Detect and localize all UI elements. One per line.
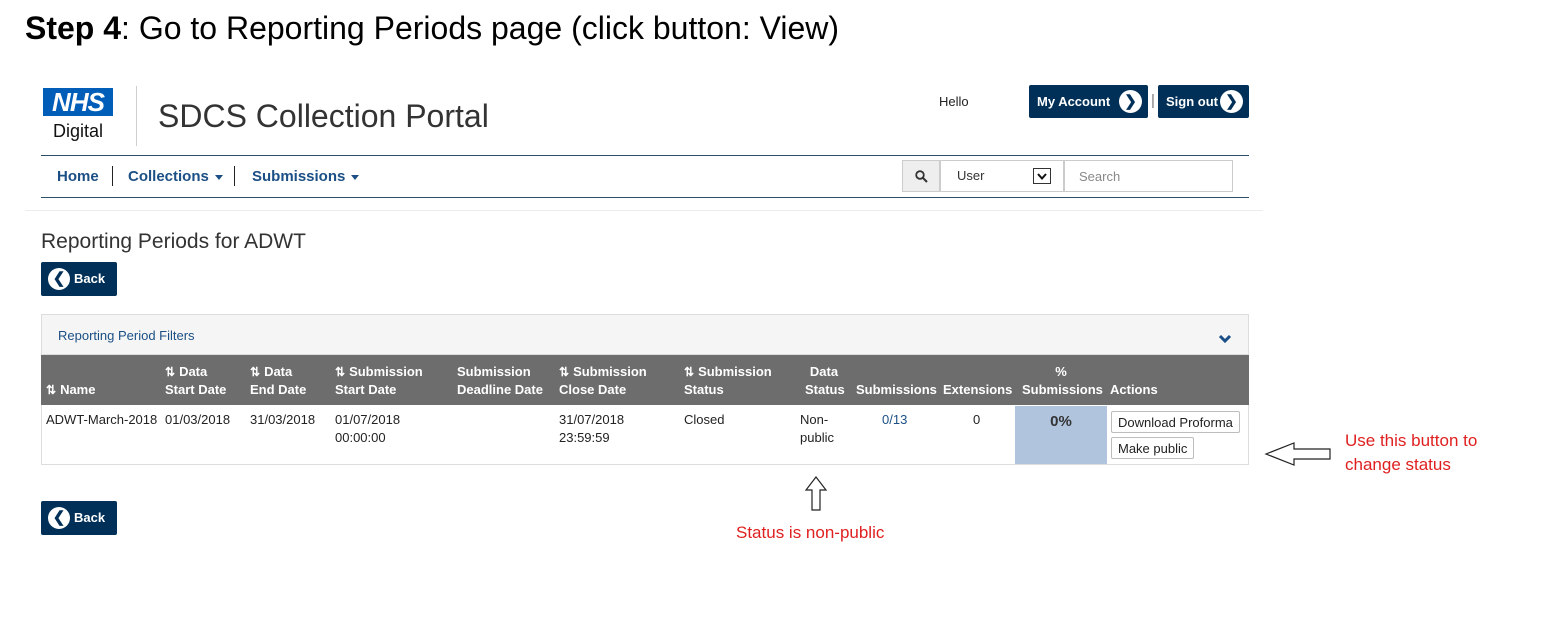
col-close-date[interactable]: ⇅ Submission <box>559 363 647 381</box>
col-percent: % <box>1055 364 1067 379</box>
make-public-button[interactable]: Make public <box>1111 437 1195 459</box>
cell-close-time: 23:59:59 <box>559 430 610 445</box>
filter-panel <box>41 314 1249 355</box>
col-data-start-line2: Start Date <box>165 382 227 397</box>
chevron-right-icon: ❯ <box>1119 90 1142 113</box>
sort-icon: ⇅ <box>684 365 695 379</box>
arrow-up-icon <box>805 476 827 511</box>
back-button-bottom[interactable]: ❮ Back <box>41 501 117 535</box>
col-deadline-line2: Deadline Date <box>457 382 543 397</box>
cell-close-date: 31/07/2018 <box>559 412 625 427</box>
sort-icon: ⇅ <box>165 365 176 379</box>
search-input[interactable] <box>1064 160 1233 192</box>
dropdown-arrow-icon <box>1033 168 1051 184</box>
nav-home[interactable]: Home <box>57 168 99 185</box>
content-divider <box>25 210 1263 211</box>
col-submission-status-line2: Status <box>684 382 724 397</box>
col-actions: Actions <box>1110 382 1158 397</box>
annotation-status-note: Status is non-public <box>736 523 885 542</box>
annotation-button-note-line2: change status <box>1345 455 1451 474</box>
greeting-text: Hello <box>939 94 969 109</box>
portal-title: SDCS Collection Portal <box>158 98 489 134</box>
cell-submission-status: Closed <box>684 412 725 427</box>
logo-divider <box>136 86 137 146</box>
percent-value: 0% <box>1050 413 1072 430</box>
logo-subtitle: Digital <box>52 121 104 141</box>
back-label: Back <box>74 271 106 286</box>
table-header: ⇅ Name ⇅ Data Start Date ⇅ Data End Date ⇅ S… <box>41 355 1249 405</box>
filter-panel-toggle[interactable]: Reporting Period Filters <box>58 328 195 343</box>
caret-down-icon <box>214 174 223 180</box>
cell-name: ADWT-March-2018 <box>46 412 158 427</box>
col-deadline: Submission <box>457 364 531 379</box>
sort-icon: ⇅ <box>335 365 346 379</box>
nav-collections-label: Collections <box>128 168 209 185</box>
user-type-select[interactable]: User <box>940 160 1064 192</box>
page-title: Reporting Periods for ADWT <box>41 230 306 253</box>
sign-out-label: Sign out <box>1166 94 1218 109</box>
sort-desc-icon: ⇅ <box>250 365 261 379</box>
col-close-date-line2: Close Date <box>559 382 627 397</box>
cell-submission-start-time: 00:00:00 <box>335 430 386 445</box>
annotation-button-note: Use this button to <box>1345 431 1478 450</box>
nav-top-border <box>41 155 1249 156</box>
cell-data-status-line2: public <box>800 430 834 445</box>
submissions-link[interactable]: 0/13 <box>882 411 907 429</box>
col-submission-start[interactable]: ⇅ Submission <box>335 363 423 381</box>
chevron-left-icon: ❮ <box>48 507 70 529</box>
caret-down-icon <box>351 174 360 180</box>
col-submission-start-line2: Start Date <box>335 382 397 397</box>
col-data-end[interactable]: ⇅ Data <box>250 363 292 381</box>
col-data-status-line2: Status <box>805 382 845 397</box>
col-data-start[interactable]: ⇅ Data <box>165 363 207 381</box>
cell-data-status: Non- <box>800 412 829 427</box>
header-separator: | <box>1151 92 1155 109</box>
nav-separator <box>234 166 235 186</box>
sort-icon: ⇅ <box>559 365 570 379</box>
my-account-button[interactable]: My Account ❯ <box>1029 85 1148 118</box>
sign-out-button[interactable]: Sign out ❯ <box>1158 85 1249 118</box>
my-account-label: My Account <box>1037 94 1111 109</box>
col-submissions: Submissions <box>856 382 937 397</box>
col-data-end-line2: End Date <box>250 382 307 397</box>
chevron-down-icon[interactable] <box>1218 331 1232 349</box>
sort-icon: ⇅ <box>46 383 57 397</box>
nhs-logo[interactable]: NHS <box>43 88 113 116</box>
col-submission-status[interactable]: ⇅ Submission <box>684 363 772 381</box>
cell-submission-start-date: 01/07/2018 <box>335 412 401 427</box>
chevron-left-icon: ❮ <box>48 268 70 290</box>
back-button[interactable]: ❮ Back <box>41 262 117 296</box>
nav-bottom-border <box>41 197 1249 198</box>
col-percent-line2: Submissions <box>1022 382 1103 397</box>
arrow-left-icon <box>1264 442 1331 466</box>
user-select-value: User <box>957 168 985 183</box>
step-title: Step 4: Go to Reporting Periods page (cl… <box>25 10 840 46</box>
back-label: Back <box>74 510 106 525</box>
search-button[interactable] <box>902 160 940 192</box>
nav-submissions-label: Submissions <box>252 168 346 185</box>
cell-data-start: 01/03/2018 <box>165 412 231 427</box>
cell-data-end: 31/03/2018 <box>250 412 316 427</box>
download-proforma-button[interactable]: Download Proforma <box>1111 411 1240 433</box>
chevron-right-icon: ❯ <box>1220 90 1243 113</box>
nav-collections[interactable]: Collections <box>128 168 223 185</box>
cell-extensions: 0 <box>973 412 981 427</box>
search-icon <box>914 169 928 183</box>
col-name[interactable]: ⇅ Name <box>46 381 95 399</box>
col-data-status: Data <box>809 364 839 379</box>
col-extensions: Extensions <box>943 382 1013 397</box>
nav-submissions[interactable]: Submissions <box>252 168 360 185</box>
nav-separator <box>112 166 113 186</box>
